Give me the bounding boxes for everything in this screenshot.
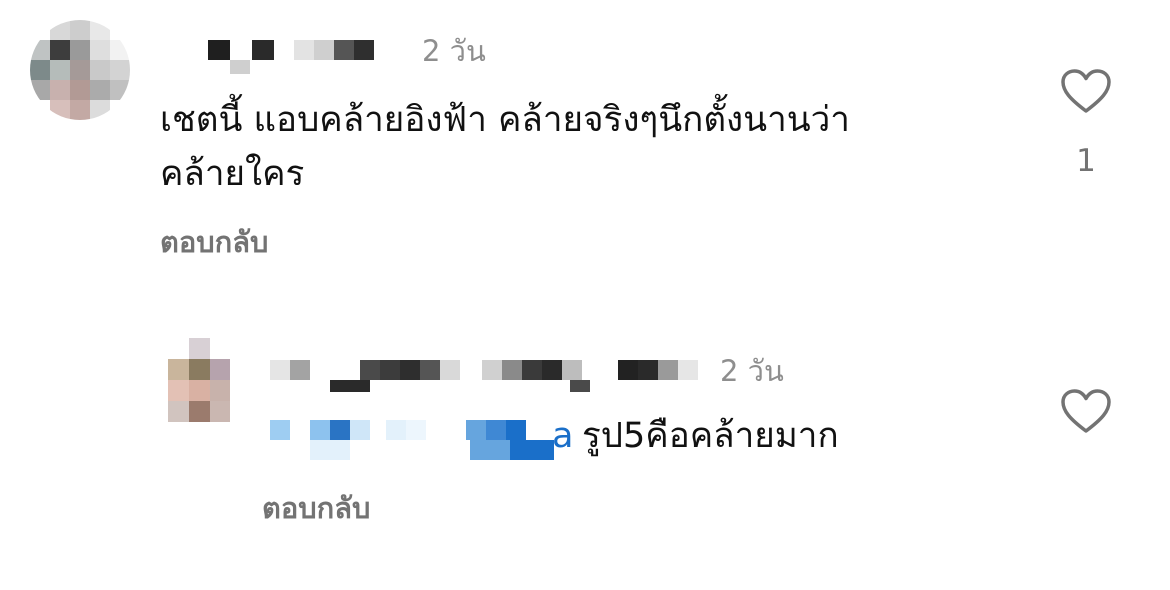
comment-text-line: คล้ายใคร xyxy=(160,154,305,195)
username[interactable] xyxy=(208,40,374,60)
username-descender xyxy=(330,380,370,392)
mention-tail[interactable]: a xyxy=(552,415,573,457)
comment-text: รูป5คือคล้ายมาก xyxy=(582,416,839,456)
reply-comment-item: 2 วัน a รูป5คือคล้ายมาก ตอบกลับ xyxy=(0,300,1170,590)
timestamp: 2 วัน xyxy=(720,354,784,388)
heart-outline-icon xyxy=(1061,69,1111,113)
like-button[interactable] xyxy=(1060,68,1112,114)
comment-item: 2 วัน เชตนี้ แอบคล้ายอิงฟ้า คล้ายจริงๆนึ… xyxy=(0,0,1170,290)
reply-button[interactable]: ตอบกลับ xyxy=(160,228,268,257)
like-count: 1 xyxy=(1076,143,1096,179)
mention-username[interactable] xyxy=(270,420,526,440)
username-descender xyxy=(570,380,590,392)
comment-text: เชตนี้ แอบคล้ายอิงฟ้า คล้ายจริงๆนึกตั้งน… xyxy=(160,93,850,202)
reply-button[interactable]: ตอบกลับ xyxy=(262,494,370,523)
mention-descender xyxy=(510,440,554,460)
comment-text-line: เชตนี้ แอบคล้ายอิงฟ้า คล้ายจริงๆนึกตั้งน… xyxy=(160,100,850,140)
avatar[interactable] xyxy=(30,20,130,120)
avatar[interactable] xyxy=(168,338,230,422)
mention-descender xyxy=(310,440,350,460)
like-button[interactable] xyxy=(1060,388,1112,434)
username-descender xyxy=(230,60,250,74)
mention-descender xyxy=(470,440,510,460)
username[interactable] xyxy=(270,360,698,380)
timestamp: 2 วัน xyxy=(422,34,486,68)
heart-outline-icon xyxy=(1061,389,1111,433)
